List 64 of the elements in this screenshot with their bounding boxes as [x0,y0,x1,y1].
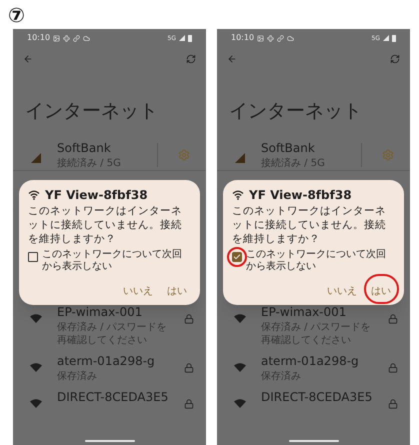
wifi-icon [30,363,42,372]
lock-icon [388,399,398,409]
back-icon[interactable] [227,54,237,64]
cloud-icon [287,34,294,42]
checkbox-label: このネットワークについて次回から表示しない [42,249,183,273]
network-name[interactable]: SoftBank [57,140,143,156]
status-time: 10:10 [231,32,254,44]
network-name[interactable]: aterm-01a298-g [261,353,374,370]
gallery-icon [53,34,60,42]
dialog-message: このネットワークはインターネットに接続していません。接続を維持しますか？ [28,204,183,246]
dialog-title: YF View-8fbf38 [249,187,352,203]
wifi-icon [234,314,246,323]
network-name[interactable]: DIRECT-8CEDA3E5 [57,389,170,406]
cloud-icon [83,34,90,42]
dialog-button[interactable]: はい [163,282,191,301]
network-status: 保存済み / パスワードを再確認してください [57,321,168,347]
checkbox-label: このネットワークについて次回から表示しない [246,249,387,273]
back-icon[interactable] [23,54,33,64]
wifi-icon [234,363,246,372]
lock-icon [388,363,398,373]
battery-icon [188,34,192,42]
signal-icon [31,152,41,162]
page-title: インターネット [24,99,159,123]
refresh-icon[interactable] [390,54,400,64]
network-status: 接続済み / 5G [261,156,326,170]
check-icon [233,253,241,261]
lock-icon [184,363,194,373]
signal-icon [235,152,245,162]
fan-icon [267,34,274,42]
signal-icon [179,35,185,41]
fan-icon [63,34,70,42]
dialog-message: このネットワークはインターネットに接続していません。接続を維持しますか？ [232,204,387,246]
dialog-title: YF View-8fbf38 [45,187,148,203]
network-name[interactable]: SoftBank [261,140,347,156]
network-name[interactable]: aterm-01a298-g [57,353,170,370]
network-name[interactable]: EP-wimax-001 [57,304,170,321]
link-icon [277,34,284,42]
status-time: 10:10 [27,32,50,44]
wifi-icon [234,399,246,408]
network-status: 保存済み [57,370,98,383]
network-status: 保存済み [261,370,302,383]
network-name[interactable]: EP-wimax-001 [261,304,374,321]
network-status: 接続済み / 5G [57,156,122,170]
checkbox[interactable] [232,252,242,262]
network-status: 保存済み / パスワードを再確認してください [261,321,372,347]
checkbox[interactable] [28,252,38,262]
gallery-icon [257,34,264,42]
wifi-icon [232,190,244,200]
lock-icon [388,314,398,324]
step-label: ⑦ [7,2,26,29]
wifi-icon [30,399,42,408]
page-title: インターネット [228,99,363,123]
lock-icon [184,399,194,409]
network-name[interactable]: DIRECT-8CEDA3E5 [261,389,374,406]
link-icon [73,34,80,42]
refresh-icon[interactable] [186,54,196,64]
wifi-icon [30,314,42,323]
signal-icon [383,35,389,41]
lock-icon [184,314,194,324]
dialog-button[interactable]: いいえ [323,282,361,301]
battery-icon [392,34,396,42]
wifi-icon [28,190,40,200]
dialog-button[interactable]: はい [367,282,395,301]
dialog-button[interactable]: いいえ [119,282,157,301]
